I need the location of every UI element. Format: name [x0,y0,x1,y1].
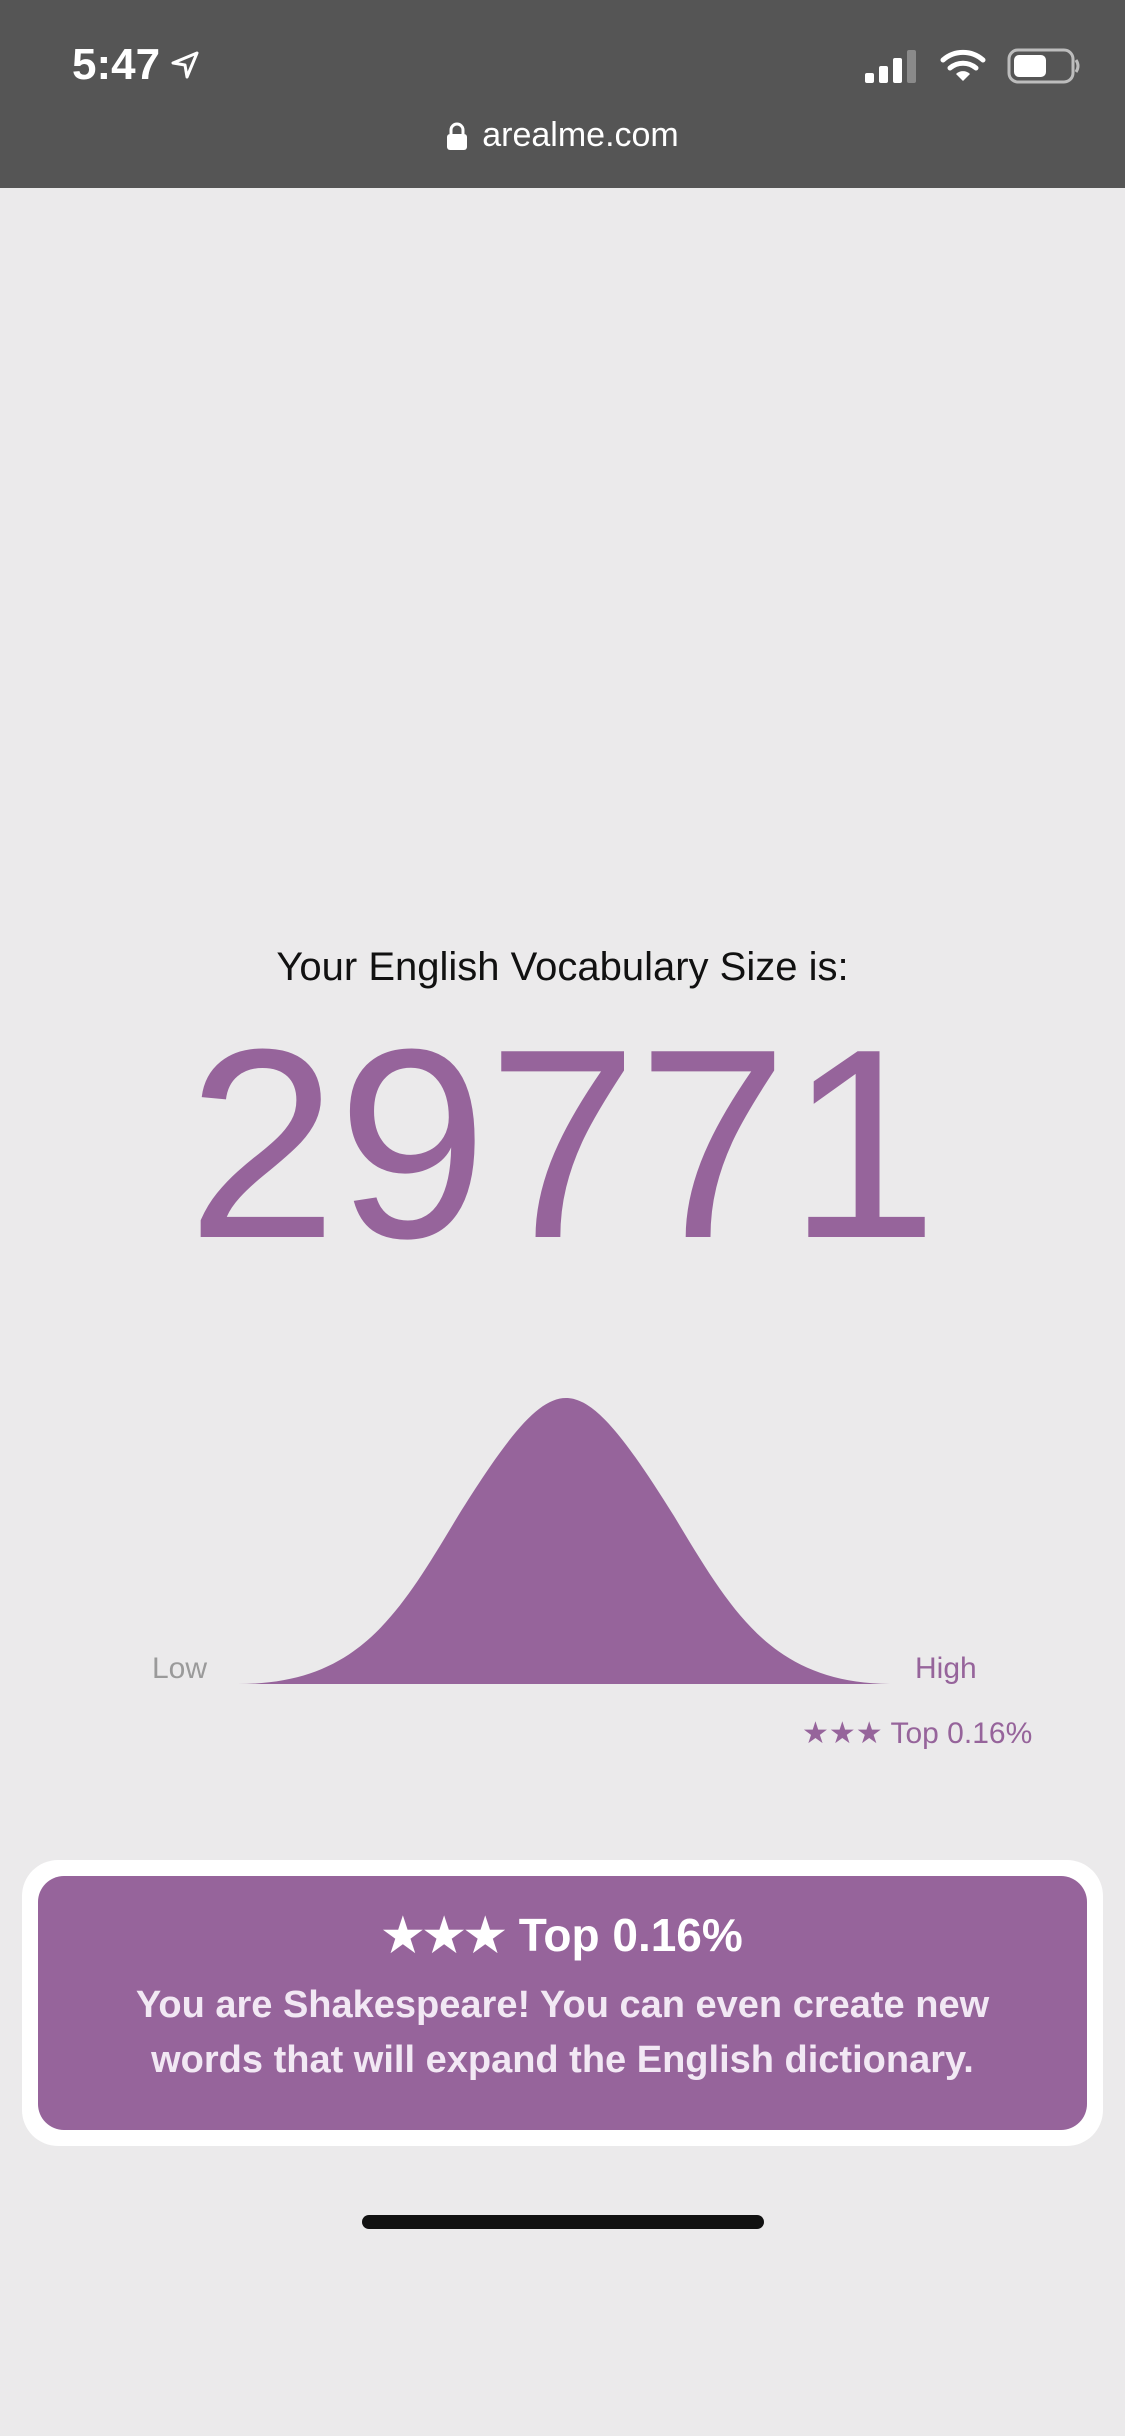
wifi-icon [940,49,986,81]
result-description: You are Shakespeare! You can even create… [135,1984,990,2082]
result-card-inner: ★★★ Top 0.16% You are Shakespeare! You c… [38,1876,1087,2130]
signal-icon [865,50,916,83]
distribution-curve [238,1398,894,1684]
result-card: ★★★ Top 0.16% You are Shakespeare! You c… [22,1860,1103,2146]
chart-low-label: Low [152,1652,208,1685]
address-bar[interactable]: arealme.com [0,116,1125,155]
result-heading: Your English Vocabulary Size is: [276,945,849,989]
home-indicator[interactable] [362,2215,764,2229]
vocabulary-score: 29771 [187,994,938,1295]
chart-high-label: High [915,1652,977,1685]
battery-icon [1007,48,1080,84]
result-title: ★★★ Top 0.16% [382,1909,743,1961]
lock-icon [447,122,468,150]
url-text: arealme.com [482,116,679,154]
chart-rank-label: ★★★ Top 0.16% [802,1717,1033,1750]
status-time: 5:47 [72,40,200,90]
status-bar: 5:47 arealme.com [0,0,1125,188]
status-icons [863,48,1081,84]
location-arrow-icon [171,51,199,79]
time-text: 5:47 [72,40,161,89]
